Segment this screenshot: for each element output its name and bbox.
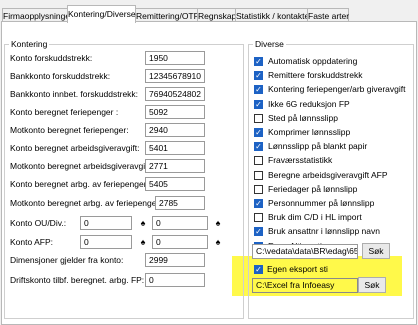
konto-forskuddstrekk-field[interactable]: 1950 bbox=[145, 51, 205, 65]
diverse-checkbox-label: Sted på lønnsslipp bbox=[268, 112, 338, 123]
diverse-checkbox[interactable]: ✓ bbox=[254, 142, 263, 152]
motkonto-arbeidsgiveravgift-field[interactable]: 2771 bbox=[145, 159, 205, 173]
diverse-checkbox[interactable]: ✓ bbox=[254, 57, 263, 66]
dimensjoner-label: Dimensjoner gjelder fra konto: bbox=[10, 255, 124, 265]
motkonto-feriepenger-field[interactable]: 2940 bbox=[145, 123, 205, 137]
tab-regnskap[interactable]: Regnskap bbox=[197, 8, 236, 22]
konto-label: Bankkonto forskuddstrekk: bbox=[10, 71, 111, 81]
konto-label: Motkonto beregnet arbg. av feriepenger: bbox=[10, 198, 162, 208]
diverse-checkbox[interactable] bbox=[254, 184, 263, 194]
diverse-checkbox-label: Ikke 6G reduksjon FP bbox=[268, 98, 350, 109]
altinn-search-button[interactable]: Søk bbox=[362, 243, 390, 259]
eksport-path-field[interactable]: C:\Excel fra Infoeasy bbox=[252, 278, 358, 293]
diverse-checkbox[interactable] bbox=[254, 113, 263, 123]
kontering-title: Kontering bbox=[9, 39, 50, 49]
konto-ou-label: Konto OU/Div.: bbox=[10, 218, 67, 228]
diverse-checkbox-label: Kontering feriepenger/arb giveravgift bbox=[268, 84, 406, 95]
diverse-checkbox[interactable] bbox=[254, 170, 263, 180]
search-binoculars-icon[interactable]: ♠ bbox=[137, 218, 149, 228]
search-binoculars-icon[interactable]: ♠ bbox=[212, 218, 224, 228]
diverse-checkbox[interactable]: ✓ bbox=[254, 85, 263, 95]
konto-ou-field-1[interactable]: 0 bbox=[80, 216, 132, 230]
driftskonto-label: Driftskonto tilbf. beregnet. arbg. FP: bbox=[10, 275, 145, 285]
konto-label: Konto beregnet arbeidsgiveravgift: bbox=[10, 143, 140, 153]
bankkonto-forskuddstrekk-field[interactable]: 12345678910 bbox=[145, 69, 205, 83]
diverse-checkbox-label: Personnummer på lønnslipp bbox=[268, 198, 375, 208]
search-binoculars-icon[interactable]: ♠ bbox=[137, 237, 149, 247]
diverse-checkbox-list: ✓ Automatisk oppdatering ✓ Remittere forsku… bbox=[248, 0, 414, 325]
diverse-checkbox-label: Lønnsslipp på blankt papir bbox=[268, 141, 368, 152]
tab-kontering-diverse[interactable]: Kontering/Diverse bbox=[67, 5, 136, 23]
diverse-checkbox[interactable]: ✓ bbox=[254, 227, 263, 237]
diverse-checkbox[interactable]: ✓ bbox=[254, 128, 263, 137]
diverse-checkbox-label: Bruk dim C/D i HL import bbox=[268, 212, 362, 223]
konto-label: Motkonto beregnet arbeidsgiveravgift: bbox=[10, 161, 153, 171]
konto-label: Bankkonto innbet. forskuddstrekk: bbox=[10, 89, 139, 99]
konto-label: Konto beregnet arbg. av feriepenger: bbox=[10, 179, 149, 189]
diverse-checkbox-label: Fraværsstatistikk bbox=[268, 155, 333, 166]
konto-afp-field-1[interactable]: 0 bbox=[80, 235, 132, 249]
diverse-checkbox-label: Automatisk oppdatering bbox=[268, 56, 358, 66]
bankkonto-innbet-field[interactable]: 76940524802 bbox=[145, 87, 205, 101]
konto-label: Konto forskuddstrekk: bbox=[10, 53, 93, 63]
diverse-checkbox-label: Bruk ansattnr i lønnslipp navn bbox=[268, 226, 380, 237]
diverse-checkbox[interactable]: ✓ bbox=[254, 71, 263, 81]
konto-afp-label: Konto AFP: bbox=[10, 237, 53, 247]
tab-firmaopplysninger[interactable]: Firmaopplysninger bbox=[2, 8, 73, 22]
diverse-checkbox-label: Komprimer lønnsslipp bbox=[268, 127, 351, 137]
diverse-checkbox[interactable] bbox=[254, 213, 263, 223]
altinn-path-field[interactable]: C:\vedata\data\BR\edag\6500 bbox=[252, 244, 358, 259]
konto-arbeidsgiveravgift-field[interactable]: 5401 bbox=[145, 141, 205, 155]
motkonto-arbg-feriepenger-field[interactable]: 2785 bbox=[155, 196, 205, 210]
diverse-checkbox[interactable]: ✓ bbox=[254, 199, 263, 208]
konto-label: Motkonto beregnet feriepenger: bbox=[10, 125, 129, 135]
konto-label: Konto beregnet feriepenger : bbox=[10, 107, 119, 117]
diverse-checkbox-label: Feriedager på lønnslipp bbox=[268, 183, 358, 194]
egen-eksport-label: Egen eksport sti bbox=[267, 264, 328, 274]
eksport-search-button[interactable]: Søk bbox=[358, 277, 386, 293]
tab-remittering-otp[interactable]: Remittering/OTP bbox=[135, 8, 199, 22]
diverse-checkbox[interactable]: ✓ bbox=[254, 99, 263, 109]
egen-eksport-checkbox[interactable]: ✓ bbox=[254, 265, 263, 274]
driftskonto-field[interactable]: 0 bbox=[145, 273, 205, 287]
konto-afp-field-2[interactable]: 0 bbox=[152, 235, 208, 249]
dimensjoner-field[interactable]: 2999 bbox=[145, 253, 205, 267]
diverse-checkbox-label: Remittere forskuddstrekk bbox=[268, 70, 363, 81]
diverse-checkbox-label: Beregne arbeidsgiveravgift AFP bbox=[268, 169, 388, 180]
konto-feriepenger-field[interactable]: 5092 bbox=[145, 105, 205, 119]
diverse-checkbox[interactable] bbox=[254, 156, 263, 166]
konto-ou-field-2[interactable]: 0 bbox=[152, 216, 208, 230]
konto-arbg-feriepenger-field[interactable]: 5405 bbox=[145, 177, 205, 191]
search-binoculars-icon[interactable]: ♠ bbox=[212, 237, 224, 247]
